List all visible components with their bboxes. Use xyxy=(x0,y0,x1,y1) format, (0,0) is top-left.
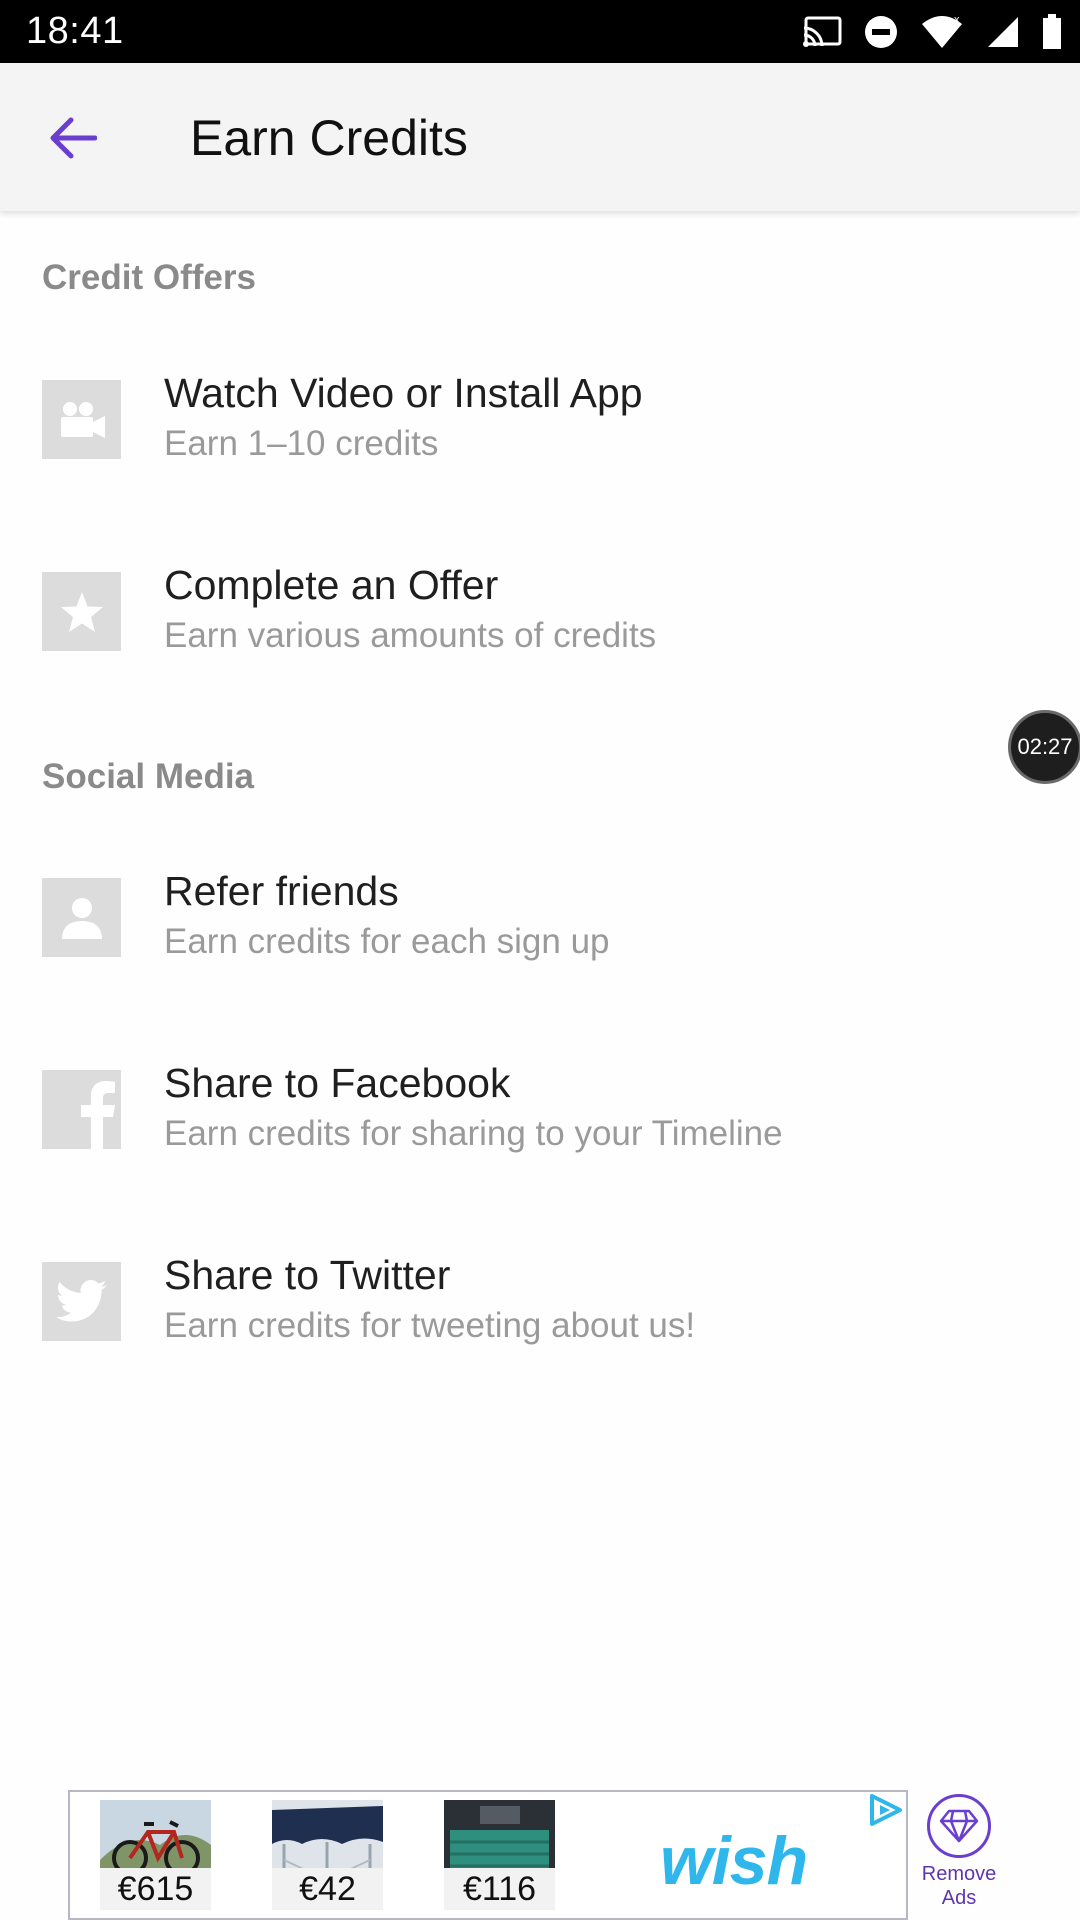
item-title: Share to Facebook xyxy=(164,1060,511,1106)
ad-banner[interactable]: €615 €42 €116 wish xyxy=(68,1790,908,1920)
item-title: Refer friends xyxy=(164,868,399,914)
item-subtitle: Earn credits for each sign up xyxy=(164,922,610,961)
list-item-refer-friends[interactable]: Refer friends Earn credits for each sign… xyxy=(0,868,1080,1028)
item-title: Complete an Offer xyxy=(164,562,499,608)
twitter-icon xyxy=(42,1262,121,1341)
battery-icon xyxy=(1043,14,1061,49)
ad-product-mattress[interactable]: €116 xyxy=(444,1800,555,1910)
item-subtitle: Earn 1–10 credits xyxy=(164,424,439,463)
diamond-icon xyxy=(927,1794,991,1858)
wifi-icon: x xyxy=(922,14,962,48)
ad-price: €615 xyxy=(100,1868,211,1910)
ad-product-bike[interactable]: €615 xyxy=(100,1800,211,1910)
list-item-share-twitter[interactable]: Share to Twitter Earn credits for tweeti… xyxy=(0,1252,1080,1412)
item-title: Watch Video or Install App xyxy=(164,370,643,416)
item-title: Share to Twitter xyxy=(164,1252,451,1298)
do-not-disturb-icon xyxy=(865,16,897,48)
status-bar: 18:41 x xyxy=(0,0,1080,63)
ad-choices-icon[interactable] xyxy=(864,1792,906,1828)
ad-price: €116 xyxy=(444,1868,555,1910)
section-header-credit-offers: Credit Offers xyxy=(42,258,256,297)
arrow-back-icon xyxy=(50,117,97,159)
svg-text:x: x xyxy=(954,14,960,26)
ad-product-canopy[interactable]: €42 xyxy=(272,1800,383,1910)
remove-ads-label: Remove Ads xyxy=(921,1863,997,1909)
remove-ads-button[interactable]: Remove Ads xyxy=(918,1794,1000,1910)
star-icon xyxy=(42,572,121,651)
list-item-watch-video[interactable]: Watch Video or Install App Earn 1–10 cre… xyxy=(0,370,1080,530)
status-time: 18:41 xyxy=(26,10,124,52)
timer-bubble[interactable]: 02:27 xyxy=(1008,710,1080,784)
list-item-complete-offer[interactable]: Complete an Offer Earn various amounts o… xyxy=(0,562,1080,722)
signal-icon xyxy=(988,17,1018,47)
section-header-social-media: Social Media xyxy=(42,757,255,796)
page-title: Earn Credits xyxy=(190,110,468,166)
facebook-icon xyxy=(42,1070,121,1149)
back-button[interactable] xyxy=(38,103,108,173)
item-subtitle: Earn credits for sharing to your Timelin… xyxy=(164,1114,783,1153)
status-icons: x xyxy=(802,12,1062,52)
item-subtitle: Earn credits for tweeting about us! xyxy=(164,1306,696,1345)
video-camera-icon xyxy=(42,380,121,459)
ad-price: €42 xyxy=(272,1868,383,1910)
app-bar: Earn Credits xyxy=(0,63,1080,211)
cast-icon xyxy=(803,16,842,47)
item-subtitle: Earn various amounts of credits xyxy=(164,616,657,655)
wish-logo: wish xyxy=(660,1823,808,1899)
list-item-share-facebook[interactable]: Share to Facebook Earn credits for shari… xyxy=(0,1060,1080,1220)
person-icon xyxy=(42,878,121,957)
